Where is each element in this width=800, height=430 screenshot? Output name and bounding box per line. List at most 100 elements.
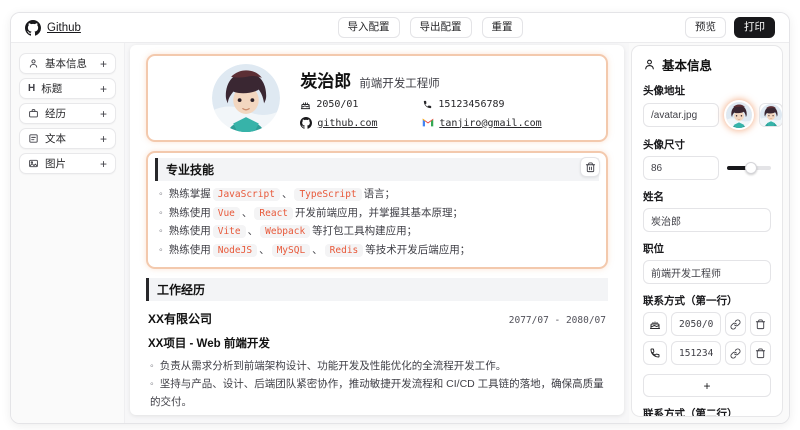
contact-value-input[interactable]	[671, 341, 721, 365]
contact-github-link[interactable]: github.com	[300, 117, 418, 129]
app-screenshot: Github 导入配置 导出配置 重置 预览 打印 基本信息 + H 标题 + …	[0, 0, 800, 430]
work-period: 2077/07 - 2080/07	[508, 314, 606, 326]
phone-icon	[649, 347, 661, 359]
panel-title: 基本信息	[643, 55, 771, 74]
position-input[interactable]	[643, 260, 771, 284]
contact-field-row	[643, 312, 771, 336]
sidebar-item-basic-info[interactable]: 基本信息 +	[19, 53, 116, 74]
trash-icon	[755, 347, 766, 359]
link-icon	[730, 348, 741, 359]
avatar	[212, 64, 281, 132]
brand: Github	[25, 19, 175, 36]
heading-icon: H	[28, 83, 36, 94]
resume-paper: 炭治郎 前端开发工程师 2050/01 15123456789 github.c…	[130, 45, 624, 415]
user-icon	[643, 58, 656, 71]
icon-picker-button[interactable]	[643, 341, 667, 365]
avatar-url-label: 头像地址	[643, 85, 685, 97]
module-sidebar: 基本信息 + H 标题 + 经历 + 文本 + 图片 +	[11, 43, 125, 423]
sidebar-item-text[interactable]: 文本 +	[19, 128, 116, 149]
delete-section-button[interactable]	[580, 157, 600, 177]
name-input[interactable]	[643, 208, 771, 232]
delete-row-button[interactable]	[750, 341, 771, 365]
add-contact-button[interactable]: +	[643, 374, 771, 397]
work-bullet: 通过深入研究用户体验和前端性能，成功优化支付流程页面，提升了用户转化率和支付成功…	[150, 412, 604, 416]
contact-row1-label: 联系方式（第一行）	[643, 295, 738, 307]
output-actions: 预览 打印	[685, 17, 775, 38]
sidebar-item-image[interactable]: 图片 +	[19, 153, 116, 174]
cake-icon	[300, 99, 311, 110]
print-button[interactable]: 打印	[734, 17, 775, 38]
sidebar-item-heading[interactable]: H 标题 +	[19, 78, 116, 99]
add-module-icon[interactable]: +	[100, 57, 107, 71]
work-bullet: 负责从需求分析到前端架构设计、功能开发及性能优化的全流程开发工作。	[150, 357, 604, 375]
top-toolbar: Github 导入配置 导出配置 重置 预览 打印	[11, 13, 789, 43]
github-logo-icon	[25, 19, 41, 36]
resume-skills-section[interactable]: 专业技能 熟练掌握JavaScript、TypeScript语言； 熟练使用Vu…	[146, 151, 608, 269]
phone-icon	[422, 99, 433, 110]
add-module-icon[interactable]: +	[100, 157, 107, 171]
resume-role: 前端开发工程师	[359, 78, 440, 90]
skills-heading: 专业技能	[155, 158, 599, 181]
github-icon	[300, 117, 313, 129]
contact-birthday: 2050/01	[300, 99, 418, 110]
skill-item: 熟练使用Vite、Webpack等打包工具构建应用；	[159, 222, 595, 241]
avatar-size-slider[interactable]	[727, 162, 771, 174]
sidebar-item-label: 基本信息	[45, 58, 87, 70]
icon-picker-button[interactable]	[643, 312, 667, 336]
contact-field-row	[643, 341, 771, 365]
contact-row2-label: 联系方式（第二行）	[643, 408, 738, 417]
text-icon	[28, 133, 39, 144]
import-config-button[interactable]: 导入配置	[337, 17, 400, 38]
gmail-icon	[422, 117, 434, 129]
link-icon	[730, 319, 741, 330]
sidebar-item-experience[interactable]: 经历 +	[19, 103, 116, 124]
skill-item: 熟练使用NodeJS、MySQL、Redis等技术开发后端应用；	[159, 241, 595, 260]
resume-name: 炭治郎	[300, 72, 352, 91]
skill-item: 熟练掌握JavaScript、TypeScript语言；	[159, 185, 595, 204]
work-bullet: 坚持与产品、设计、后端团队紧密协作，推动敏捷开发流程和 CI/CD 工具链的落地…	[150, 375, 604, 412]
trash-icon	[585, 161, 596, 173]
delete-row-button[interactable]	[750, 312, 771, 336]
export-config-button[interactable]: 导出配置	[409, 17, 472, 38]
contact-value-input[interactable]	[671, 312, 721, 336]
position-label: 职位	[643, 243, 664, 255]
contact-phone: 15123456789	[422, 99, 541, 110]
company-name: XX有限公司	[148, 311, 213, 326]
slider-thumb[interactable]	[744, 162, 757, 174]
sidebar-item-label: 文本	[45, 133, 66, 145]
main-body: 基本信息 + H 标题 + 经历 + 文本 + 图片 + 炭治郎 前端开发工程师…	[11, 43, 789, 423]
avatar-size-label: 头像尺寸	[643, 139, 685, 151]
skill-item: 熟练使用Vue、React开发前端应用，并掌握其基本原理；	[159, 204, 595, 223]
resume-work-section[interactable]: 工作经历 XX有限公司 2077/07 - 2080/07 XX项目 - Web…	[146, 277, 608, 416]
image-icon	[28, 158, 39, 169]
add-module-icon[interactable]: +	[100, 107, 107, 121]
basic-info-edit-panel: 基本信息 头像地址 头像尺寸	[631, 45, 783, 417]
resume-canvas: 炭治郎 前端开发工程师 2050/01 15123456789 github.c…	[125, 43, 629, 423]
add-module-icon[interactable]: +	[100, 132, 107, 146]
work-heading: 工作经历	[146, 277, 608, 301]
avatar-thumb-circle[interactable]	[726, 102, 752, 128]
avatar-size-input[interactable]	[643, 156, 719, 180]
reset-button[interactable]: 重置	[481, 17, 523, 38]
sidebar-item-label: 图片	[45, 158, 66, 170]
project-title: XX项目 - Web 前端开发	[148, 337, 270, 350]
app-window: Github 导入配置 导出配置 重置 预览 打印 基本信息 + H 标题 + …	[10, 12, 790, 424]
user-icon	[28, 58, 39, 69]
name-label: 姓名	[643, 191, 664, 203]
sidebar-item-label: 经历	[45, 108, 66, 120]
github-link[interactable]: Github	[47, 22, 81, 34]
contact-email-link[interactable]: tanjiro@gmail.com	[422, 117, 542, 129]
link-button[interactable]	[725, 312, 746, 336]
resume-basic-info-section[interactable]: 炭治郎 前端开发工程师 2050/01 15123456789 github.c…	[146, 54, 608, 142]
avatar-url-input[interactable]	[643, 103, 719, 127]
avatar-thumb-square[interactable]	[759, 103, 782, 127]
briefcase-icon	[28, 108, 39, 119]
link-button[interactable]	[725, 341, 746, 365]
sidebar-item-label: 标题	[41, 83, 63, 95]
cake-icon	[649, 318, 661, 330]
trash-icon	[755, 318, 766, 330]
preview-button[interactable]: 预览	[685, 17, 726, 38]
basic-info-text: 炭治郎 前端开发工程师 2050/01 15123456789 github.c…	[300, 67, 542, 129]
add-module-icon[interactable]: +	[100, 82, 107, 96]
config-actions: 导入配置 导出配置 重置	[175, 17, 685, 38]
